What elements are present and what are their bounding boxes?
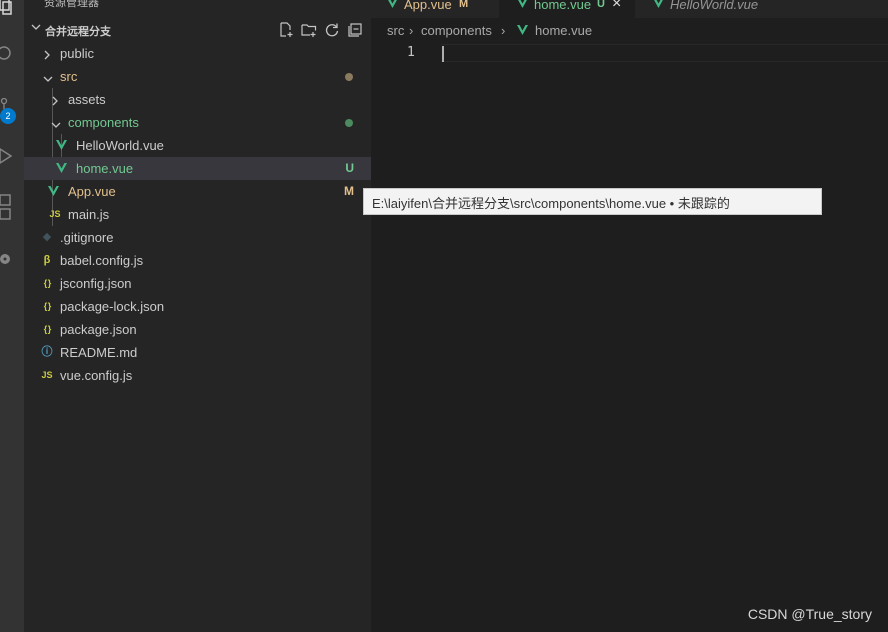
text-cursor <box>442 46 444 62</box>
source-control-badge: 2 <box>0 108 16 124</box>
remote-icon[interactable] <box>0 252 14 266</box>
chevron-right-icon <box>43 47 53 60</box>
current-line-highlight <box>441 44 888 62</box>
activity-bar: 2 <box>0 0 24 632</box>
tree-item[interactable]: ◆ .gitignore <box>24 226 371 249</box>
file-path-tooltip: E:\laiyifen\合并远程分支\src\components\home.v… <box>363 188 822 215</box>
tree-item[interactable]: JS vue.config.js <box>24 364 371 387</box>
explorer-icon[interactable] <box>0 0 14 15</box>
javascript-icon: JS <box>49 209 61 219</box>
tree-item[interactable]: ⓘ README.md <box>24 341 371 364</box>
tree-item-label: jsconfig.json <box>60 276 132 291</box>
tree-item-label: babel.config.js <box>60 253 144 268</box>
more-actions-icon[interactable]: ··· <box>340 0 353 5</box>
tree-item-label: HelloWorld.vue <box>76 138 164 153</box>
javascript-icon: JS <box>41 370 53 380</box>
explorer-sidebar: 资源管理器 ··· 合并远程分支 public src assets componen… <box>24 0 371 632</box>
babel-icon: β <box>43 254 51 266</box>
line-number: 1 <box>407 45 415 60</box>
vue-icon <box>387 0 398 8</box>
extensions-icon[interactable] <box>0 193 14 220</box>
tooltip-text: E:\laiyifen\合并远程分支\src\components\home.v… <box>372 196 730 211</box>
tree-item-label: package.json <box>60 322 137 337</box>
refresh-icon[interactable] <box>324 22 340 38</box>
chevron-down-icon <box>43 70 53 82</box>
tab-label: home.vue <box>534 0 592 12</box>
json-icon: { } <box>43 301 52 311</box>
tab-home-vue[interactable]: home.vue U × <box>499 0 635 18</box>
tree-item-label: README.md <box>60 345 138 360</box>
tree-item[interactable]: { } package-lock.json <box>24 295 371 318</box>
new-file-icon[interactable] <box>278 22 294 38</box>
tree-item[interactable]: home.vue U <box>24 157 371 180</box>
search-icon[interactable] <box>0 45 14 60</box>
breadcrumb-separator: › <box>501 23 506 38</box>
tree-item[interactable]: public <box>24 42 371 65</box>
code-editor[interactable]: 1 <box>371 42 888 632</box>
vue-icon <box>653 0 664 8</box>
git-status-badge: M <box>344 184 354 198</box>
vue-icon <box>517 25 528 35</box>
git-status-dot <box>345 119 353 127</box>
git-status-dot <box>345 73 353 81</box>
tree-item-label: vue.config.js <box>60 368 133 383</box>
tree-item-label: assets <box>68 92 106 107</box>
vue-icon <box>48 186 62 200</box>
tree-item[interactable]: β babel.config.js <box>24 249 371 272</box>
run-debug-icon[interactable] <box>0 148 14 164</box>
tree-item[interactable]: components <box>24 111 371 134</box>
tree-item[interactable]: assets <box>24 88 371 111</box>
folder-actions <box>278 20 363 40</box>
tab-status: M <box>459 0 469 10</box>
tree-item-label: .gitignore <box>60 230 114 245</box>
breadcrumb-item[interactable]: src <box>387 23 404 38</box>
tree-item[interactable]: HelloWorld.vue <box>24 134 371 157</box>
git-status-badge: U <box>345 161 354 175</box>
vue-icon <box>56 140 70 154</box>
json-icon: { } <box>43 278 52 288</box>
info-icon: ⓘ <box>41 346 53 358</box>
tree-item-label: components <box>68 115 139 130</box>
tab-app-vue[interactable]: App.vue M <box>371 0 499 18</box>
collapse-all-icon[interactable] <box>347 22 363 38</box>
watermark: CSDN @True_story <box>747 606 872 622</box>
workspace-folder-header[interactable]: 合并远程分支 <box>24 20 371 40</box>
tree-item[interactable]: JS main.js <box>24 203 371 226</box>
tree-item-label: App.vue <box>68 184 116 199</box>
tree-item[interactable]: { } jsconfig.json <box>24 272 371 295</box>
breadcrumb-item[interactable]: home.vue <box>535 23 592 38</box>
tree-item-label: package-lock.json <box>60 299 165 314</box>
tree-item-label: src <box>60 69 78 84</box>
new-folder-icon[interactable] <box>301 22 317 38</box>
tree-item-label: main.js <box>68 207 110 222</box>
tab-status: U <box>597 0 605 10</box>
tab-label: App.vue <box>404 0 452 12</box>
chevron-right-icon <box>51 93 61 106</box>
editor-tabs: App.vue M home.vue U × HelloWorld.vue <box>371 0 888 18</box>
close-icon[interactable]: × <box>612 0 621 13</box>
tree-item-label: public <box>60 46 94 61</box>
json-icon: { } <box>43 324 52 334</box>
git-icon: ◆ <box>42 231 52 243</box>
breadcrumb-item[interactable]: components <box>421 23 492 38</box>
breadcrumb: src › components › home.vue <box>371 20 888 42</box>
chevron-down-icon <box>31 22 41 35</box>
tree-item[interactable]: src <box>24 65 371 88</box>
tree-item[interactable]: App.vue M <box>24 180 371 203</box>
breadcrumb-separator: › <box>409 23 414 38</box>
vue-icon <box>517 0 528 8</box>
tab-helloworld-vue[interactable]: HelloWorld.vue <box>635 0 785 18</box>
workspace-folder-name: 合并远程分支 <box>45 26 111 38</box>
tab-label: HelloWorld.vue <box>670 0 759 12</box>
vue-icon <box>56 163 70 177</box>
chevron-down-icon <box>51 116 61 128</box>
sidebar-title: 资源管理器 <box>44 0 99 9</box>
tree-item[interactable]: { } package.json <box>24 318 371 341</box>
tree-item-label: home.vue <box>76 161 134 176</box>
